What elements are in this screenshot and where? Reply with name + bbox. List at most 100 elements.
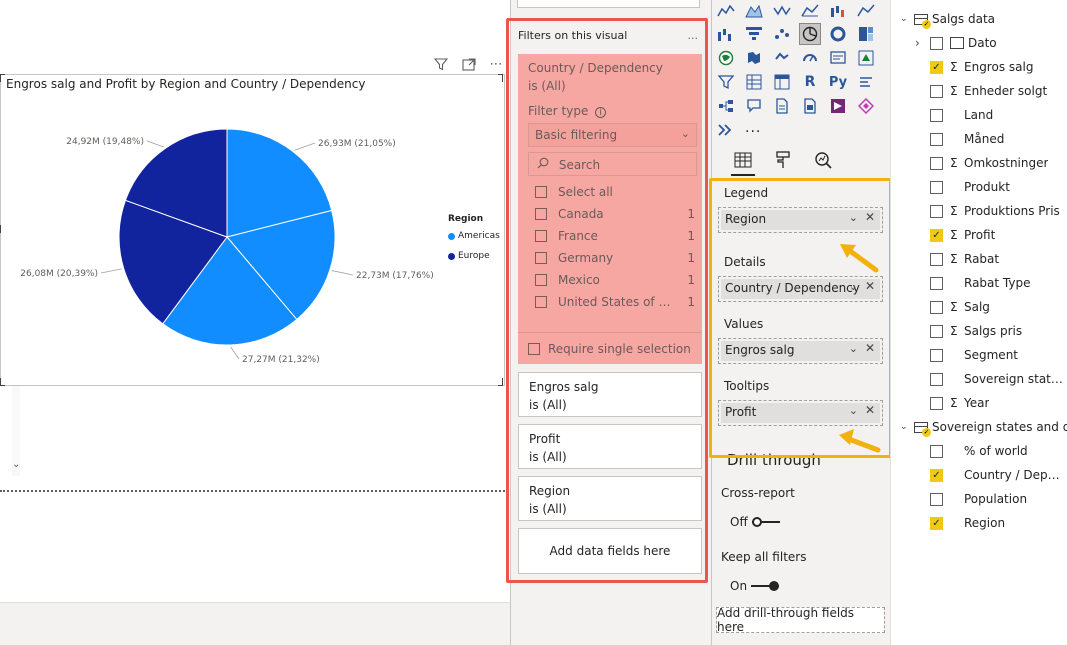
field-item[interactable]: ✓ Σ Engros salg xyxy=(930,58,1033,76)
chevron-down-icon[interactable]: ⌄ xyxy=(900,422,912,432)
get-more-visuals-icon[interactable]: ... xyxy=(745,120,761,136)
sigma-icon: Σ xyxy=(950,156,958,170)
filled-map-icon[interactable] xyxy=(743,47,765,69)
field-item[interactable]: › Dato xyxy=(915,34,997,52)
field-item[interactable]: Sovereign states ... xyxy=(930,370,1064,388)
field-checkbox[interactable] xyxy=(930,180,943,194)
field-item[interactable]: Σ Year xyxy=(930,394,989,412)
field-name: Omkostninger xyxy=(964,156,1049,170)
field-item[interactable]: Σ Salg xyxy=(930,298,990,316)
key-influencers-icon[interactable] xyxy=(855,71,877,93)
waterfall-chart-icon[interactable] xyxy=(715,23,737,45)
field-checkbox[interactable] xyxy=(930,324,943,338)
field-item[interactable]: Σ Produktions Pris xyxy=(930,202,1060,220)
field-item[interactable]: Land xyxy=(930,106,993,124)
table-name: Sovereign states and d... xyxy=(932,420,1067,434)
funnel-icon[interactable] xyxy=(743,23,765,45)
r-visual-icon[interactable]: R xyxy=(799,71,821,93)
toggle-track[interactable] xyxy=(751,581,780,591)
field-item[interactable]: Σ Omkostninger xyxy=(930,154,1048,172)
focus-mode-icon[interactable] xyxy=(460,55,478,73)
matrix-icon[interactable] xyxy=(771,71,793,93)
field-checkbox[interactable] xyxy=(930,348,943,362)
analytics-magnifier-icon[interactable] xyxy=(811,148,835,172)
field-item[interactable]: Σ Salgs pris xyxy=(930,322,1022,340)
power-automate-icon[interactable] xyxy=(855,95,877,117)
sigma-icon: Σ xyxy=(950,228,958,242)
power-automate-flow-icon[interactable] xyxy=(715,119,737,141)
add-drill-through-dropzone[interactable]: Add drill-through fields here xyxy=(716,606,885,634)
kpi-icon[interactable] xyxy=(855,47,877,69)
highlight-box-red xyxy=(506,18,708,583)
gauge-icon[interactable] xyxy=(799,47,821,69)
field-checkbox[interactable] xyxy=(930,444,943,458)
field-item[interactable]: Produkt xyxy=(930,178,1010,196)
smart-narrative-icon[interactable] xyxy=(771,95,793,117)
paginated-report-icon[interactable] xyxy=(799,95,821,117)
keep-all-filters-toggle[interactable]: On xyxy=(730,579,780,593)
field-checkbox[interactable] xyxy=(930,156,943,170)
toggle-track[interactable] xyxy=(751,517,780,527)
donut-chart-icon[interactable] xyxy=(827,23,849,45)
field-item[interactable]: ✓ Region xyxy=(930,514,1005,532)
scatter-chart-icon[interactable] xyxy=(771,23,793,45)
area-chart-icon[interactable] xyxy=(715,0,737,22)
card-icon[interactable] xyxy=(827,47,849,69)
field-checkbox[interactable] xyxy=(930,252,943,266)
field-checkbox[interactable] xyxy=(930,132,943,146)
field-item[interactable]: Segment xyxy=(930,346,1018,364)
table-sovereign-states[interactable]: ⌄ ✓ Sovereign states and d... xyxy=(900,418,1067,437)
field-item[interactable]: Population xyxy=(930,490,1027,508)
scroll-down-chevron-icon[interactable]: ⌄ xyxy=(12,459,20,470)
field-checkbox[interactable]: ✓ xyxy=(930,516,943,530)
chevron-right-icon[interactable]: › xyxy=(915,36,920,50)
stacked-area-icon[interactable] xyxy=(743,0,765,22)
pie-chart[interactable]: 26,93M (21,05%) 22,73M (17,76%) 27,27M (21… xyxy=(1,75,506,387)
python-visual-icon[interactable]: Py xyxy=(827,71,849,93)
field-checkbox[interactable]: ✓ xyxy=(930,228,943,242)
slicer-icon[interactable] xyxy=(715,71,737,93)
qna-icon[interactable] xyxy=(743,95,765,117)
pie-chart-icon[interactable] xyxy=(799,23,821,45)
field-checkbox[interactable] xyxy=(930,276,943,290)
field-checkbox[interactable] xyxy=(930,204,943,218)
fields-tab-icon[interactable] xyxy=(731,148,755,172)
ribbon-chart-icon[interactable] xyxy=(799,0,821,22)
field-checkbox[interactable] xyxy=(930,396,943,410)
funnel-chart-icon[interactable] xyxy=(855,0,877,22)
field-item[interactable]: ✓ Country / Depen... xyxy=(930,466,1064,484)
field-checkbox[interactable] xyxy=(930,492,943,506)
treemap-icon[interactable] xyxy=(855,23,877,45)
field-checkbox[interactable] xyxy=(930,108,943,122)
table-icon[interactable] xyxy=(743,71,765,93)
line-column-icon[interactable] xyxy=(771,0,793,22)
legend-item-europe[interactable]: Europe xyxy=(448,251,490,261)
field-checkbox[interactable]: ✓ xyxy=(930,60,943,74)
field-checkbox[interactable]: ✓ xyxy=(930,468,943,482)
waterfall-icon[interactable] xyxy=(827,0,849,22)
chevron-down-icon[interactable]: ⌄ xyxy=(900,14,912,24)
decomposition-tree-icon[interactable] xyxy=(715,95,737,117)
field-checkbox[interactable] xyxy=(930,300,943,314)
more-options-icon[interactable]: ⋯ xyxy=(487,55,505,73)
field-checkbox[interactable] xyxy=(930,84,943,98)
filter-icon[interactable] xyxy=(432,55,450,73)
format-paint-roller-icon[interactable] xyxy=(771,148,795,172)
map-icon[interactable] xyxy=(715,47,737,69)
field-item[interactable]: % of world xyxy=(930,442,1028,460)
legend-item-americas[interactable]: Americas xyxy=(448,231,500,241)
field-item[interactable]: Σ Enheder solgt xyxy=(930,82,1047,100)
field-item[interactable]: Måned xyxy=(930,130,1004,148)
cross-report-toggle[interactable]: Off xyxy=(730,515,780,529)
field-item[interactable]: Rabat Type xyxy=(930,274,1030,292)
field-item[interactable]: Σ Rabat xyxy=(930,250,999,268)
legend-title: Region xyxy=(448,214,484,224)
shape-map-icon[interactable] xyxy=(771,47,793,69)
field-checkbox[interactable] xyxy=(930,36,943,50)
power-apps-icon[interactable] xyxy=(827,95,849,117)
field-checkbox[interactable] xyxy=(930,372,943,386)
visual-header: ⋯ xyxy=(430,55,510,73)
field-item[interactable]: ✓ Σ Profit xyxy=(930,226,995,244)
pie-chart-visual[interactable]: Engros salg and Profit by Region and Cou… xyxy=(0,74,505,386)
table-salgs-data[interactable]: ⌄ ✓ Salgs data xyxy=(900,10,995,29)
